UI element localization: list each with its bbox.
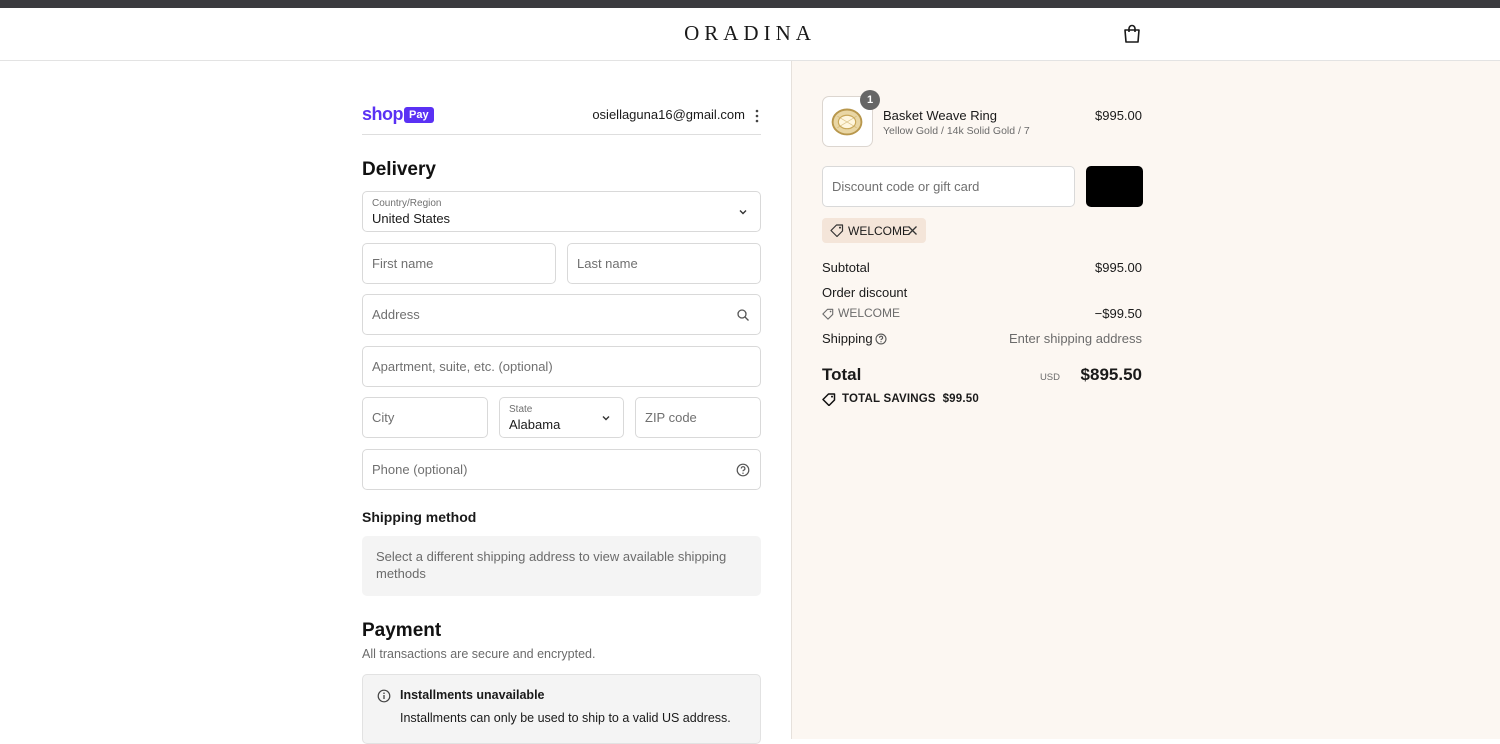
- zip-field[interactable]: ZIP code: [635, 397, 761, 438]
- help-circle-icon[interactable]: [875, 333, 887, 345]
- total-value: $895.50: [1080, 365, 1142, 384]
- order-discount-label: Order discount: [822, 285, 908, 300]
- total-savings-label: TOTAL SAVINGS: [842, 393, 936, 405]
- delivery-heading: Delivery: [362, 159, 436, 180]
- apartment-placeholder: Apartment, suite, etc. (optional): [372, 359, 553, 374]
- shop-pay-badge: Pay: [404, 107, 434, 123]
- country-label: Country/Region: [372, 198, 442, 209]
- discount-code-input[interactable]: Discount code or gift card: [822, 166, 1075, 207]
- total-savings: TOTAL SAVINGS $99.50: [842, 393, 979, 405]
- shipping-value: Enter shipping address: [1009, 331, 1142, 346]
- account-email: osiellaguna16@gmail.com: [592, 107, 745, 122]
- tag-icon: [830, 224, 844, 237]
- shopping-bag-icon[interactable]: [1123, 24, 1141, 44]
- search-icon: [737, 309, 749, 321]
- help-circle-icon[interactable]: [736, 463, 750, 477]
- payment-subtitle: All transactions are secure and encrypte…: [362, 647, 596, 661]
- apply-discount-button[interactable]: [1086, 166, 1143, 207]
- installments-text: Installments can only be used to ship to…: [400, 711, 731, 725]
- discount-amount: −$99.50: [1094, 306, 1142, 321]
- city-placeholder: City: [372, 410, 395, 425]
- shipping-method-notice: Select a different shipping address to v…: [362, 536, 761, 596]
- store-logo[interactable]: ORADINA: [0, 21, 1500, 46]
- apartment-field[interactable]: Apartment, suite, etc. (optional): [362, 346, 761, 387]
- total-savings-value: $99.50: [942, 393, 979, 405]
- address-field[interactable]: Address: [362, 294, 761, 335]
- phone-placeholder: Phone (optional): [372, 462, 468, 477]
- state-value: Alabama: [509, 417, 561, 432]
- product-name: Basket Weave Ring: [883, 108, 997, 123]
- phone-field[interactable]: Phone (optional): [362, 449, 761, 490]
- subtotal-label: Subtotal: [822, 260, 870, 275]
- info-icon: [377, 689, 391, 703]
- chevron-down-icon: [739, 210, 747, 215]
- quantity-badge: 1: [860, 90, 880, 110]
- first-name-field[interactable]: First name: [362, 243, 556, 284]
- total-label: Total: [822, 365, 862, 384]
- browser-top-strip: [0, 0, 1500, 8]
- tag-icon: [822, 393, 836, 406]
- site-header: ORADINA: [0, 8, 1500, 61]
- chevron-down-icon: [602, 416, 610, 421]
- state-select[interactable]: State Alabama: [499, 397, 624, 438]
- address-placeholder: Address: [372, 307, 420, 322]
- discount-placeholder: Discount code or gift card: [832, 179, 980, 194]
- payment-heading: Payment: [362, 620, 442, 641]
- installments-notice: Installments unavailable Installments ca…: [362, 674, 761, 744]
- city-field[interactable]: City: [362, 397, 488, 438]
- shipping-method-message: Select a different shipping address to v…: [376, 549, 727, 581]
- shipping-label: Shipping: [822, 331, 873, 346]
- country-select[interactable]: Country/Region United States: [362, 191, 761, 232]
- product-price: $995.00: [1095, 108, 1142, 123]
- tag-icon: [822, 308, 834, 320]
- total-currency: USD: [1039, 372, 1060, 383]
- installments-title: Installments unavailable: [400, 688, 545, 702]
- subtotal-value: $995.00: [1095, 260, 1142, 275]
- product-variant: Yellow Gold / 14k Solid Gold / 7: [883, 125, 1030, 137]
- order-summary-column: 1 Basket Weave Ring Yellow Gold / 14k So…: [791, 61, 1500, 739]
- checkout-form-column: shop Pay osiellaguna16@gmail.com Deliver…: [0, 61, 791, 744]
- last-name-field[interactable]: Last name: [567, 243, 761, 284]
- shop-pay-logo: shop: [362, 104, 404, 124]
- country-value: United States: [372, 211, 451, 226]
- shop-pay-account-row: shop Pay osiellaguna16@gmail.com: [362, 101, 761, 135]
- first-name-placeholder: First name: [372, 256, 434, 271]
- remove-discount-icon[interactable]: [907, 225, 918, 236]
- zip-placeholder: ZIP code: [645, 410, 697, 425]
- shipping-method-heading: Shipping method: [362, 509, 477, 525]
- applied-code-label: WELCOME: [848, 224, 911, 238]
- state-label: State: [509, 404, 533, 415]
- last-name-placeholder: Last name: [577, 256, 638, 271]
- more-options-icon[interactable]: [755, 109, 759, 123]
- applied-discount-chip: WELCOME: [822, 218, 926, 243]
- discount-code-name: WELCOME: [838, 306, 901, 320]
